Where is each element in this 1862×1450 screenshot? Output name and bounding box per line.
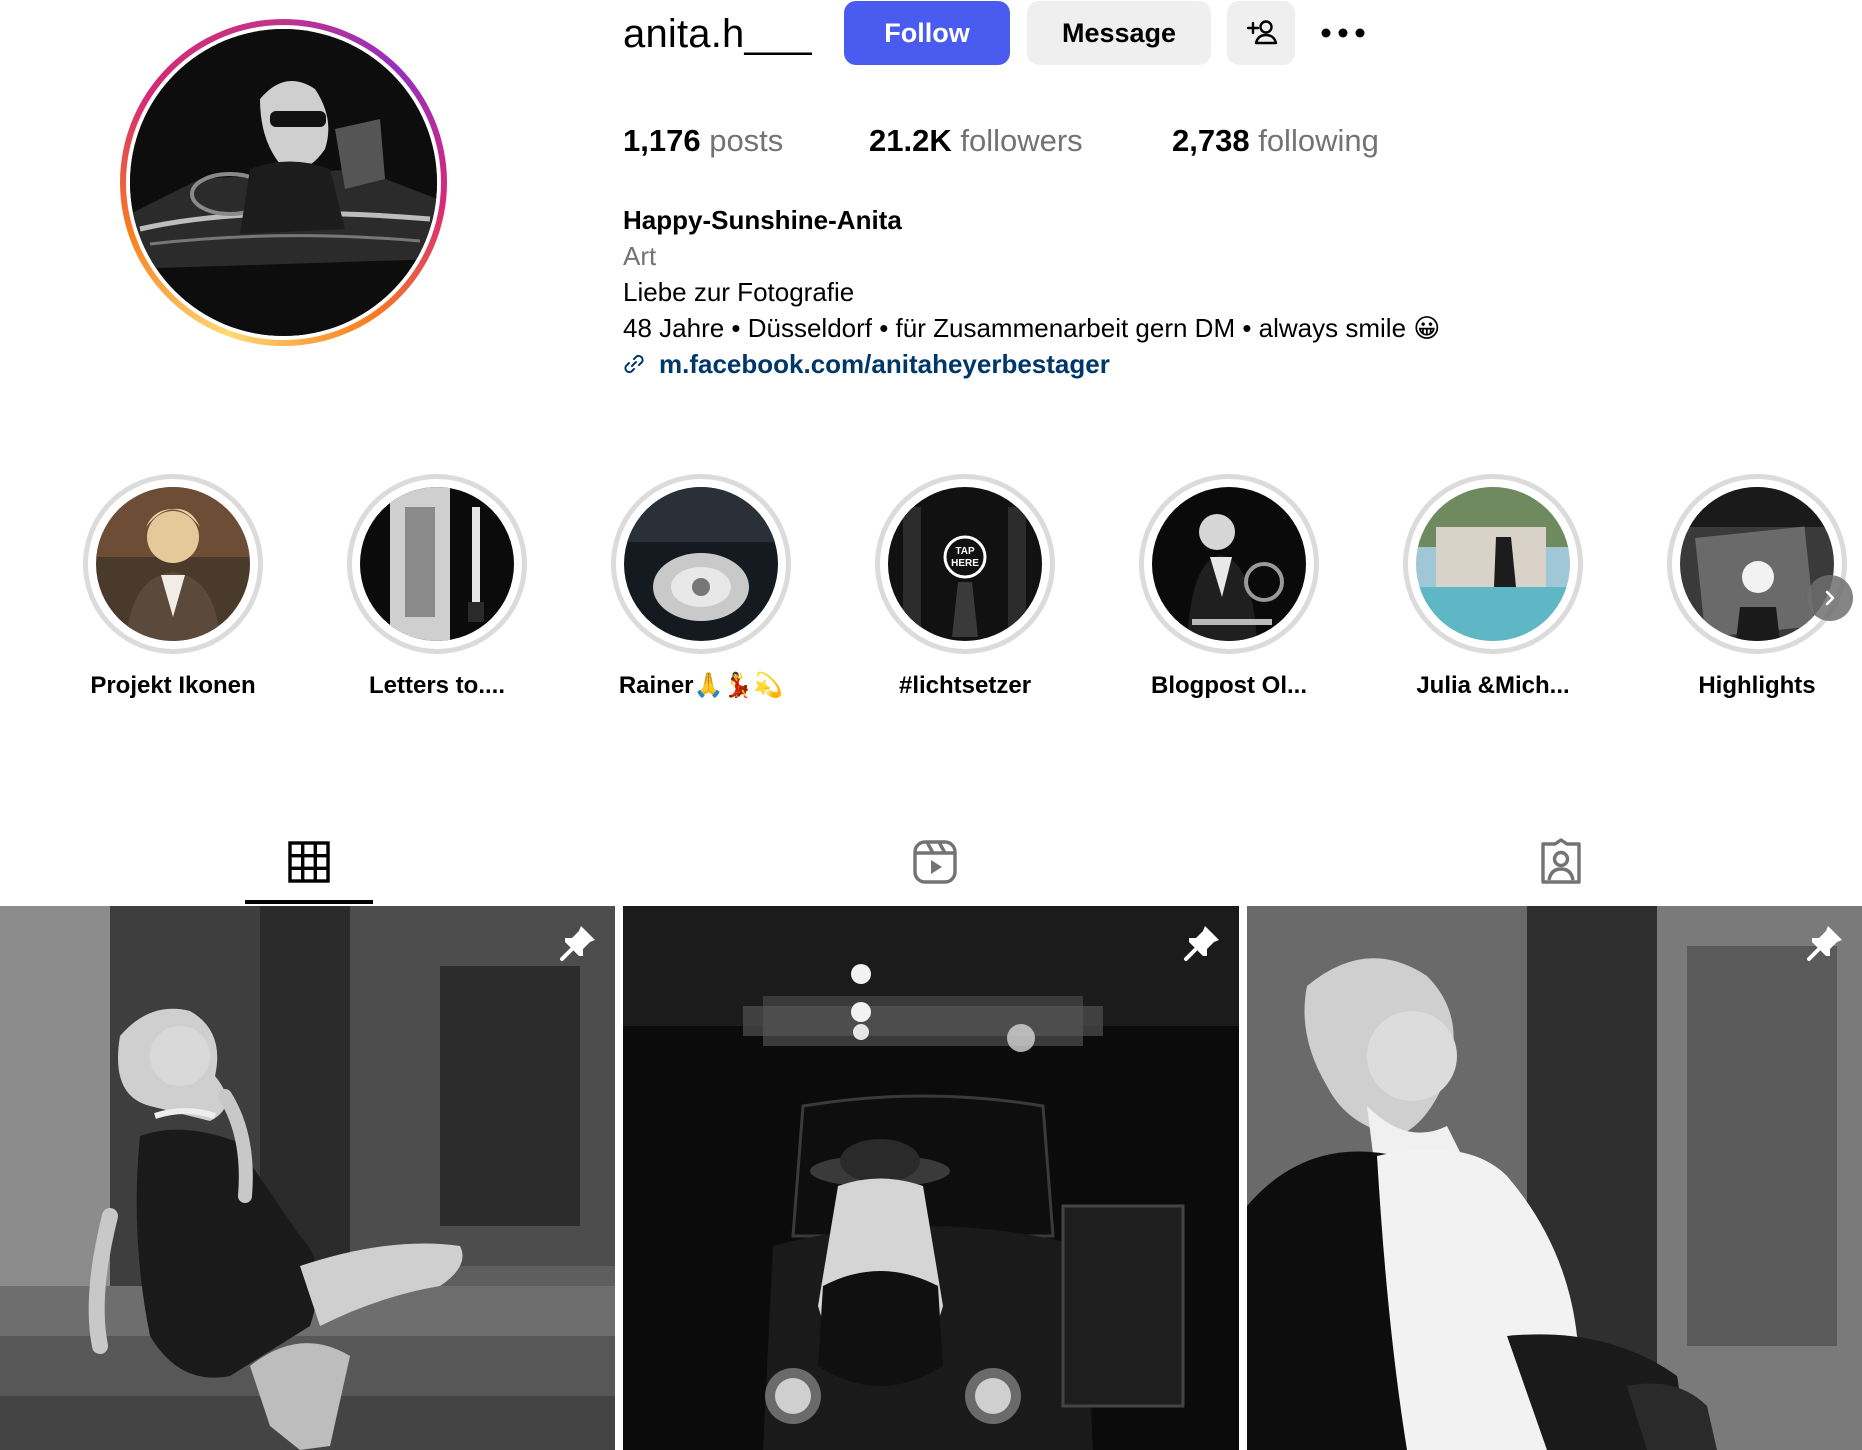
highlight-label: Rainer🙏💃💫 (618, 672, 784, 699)
post-photo (1247, 906, 1862, 1450)
post-photo (623, 906, 1239, 1450)
profile-username: anita.h___ (623, 12, 812, 56)
link-icon (624, 354, 644, 374)
following-link[interactable]: 2,738 following (1172, 118, 1379, 164)
svg-text:HERE: HERE (951, 558, 979, 569)
suggested-users-button[interactable] (1227, 1, 1295, 65)
active-tab-indicator (245, 900, 373, 904)
tagged-icon (1541, 838, 1581, 884)
tab-tagged[interactable] (1531, 832, 1591, 892)
highlight-cover (1416, 487, 1570, 641)
add-user-icon (1246, 20, 1278, 45)
post-photo (0, 906, 615, 1450)
post-thumbnail[interactable] (1247, 906, 1862, 1450)
highlight-item[interactable]: TAP HERE #lichtsetzer (865, 474, 1065, 702)
highlight-cover (1680, 487, 1834, 641)
highlight-label: Blogpost Ol... (1151, 672, 1307, 699)
highlight-cover: TAP HERE (888, 487, 1042, 641)
more-icon (1321, 28, 1365, 38)
highlight-item[interactable]: Blogpost Ol... (1129, 474, 1329, 702)
pin-icon (1184, 926, 1219, 961)
profile-avatar[interactable] (120, 19, 447, 346)
message-button[interactable]: Message (1027, 1, 1211, 65)
highlight-label: Letters to.... (368, 672, 506, 699)
tab-posts[interactable] (279, 832, 339, 892)
highlights-next-button[interactable] (1807, 575, 1853, 621)
highlight-label: Projekt Ikonen (90, 672, 256, 699)
highlight-item[interactable]: Projekt Ikonen (73, 474, 273, 702)
followers-link[interactable]: 21.2K followers (869, 118, 1083, 164)
follow-button[interactable]: Follow (844, 1, 1010, 65)
bio-text-line: Liebe zur Fotografie (623, 277, 855, 307)
highlight-cover (624, 487, 778, 641)
highlight-label: #lichtsetzer (898, 672, 1032, 699)
post-thumbnail[interactable] (623, 906, 1239, 1450)
bio-external-link[interactable]: m.facebook.com/anitaheyerbestager (623, 346, 1110, 382)
grid-icon (288, 841, 330, 883)
bio-text-line: 48 Jahre • Düsseldorf • für Zusammenarbe… (623, 313, 1441, 343)
highlight-item[interactable]: Rainer🙏💃💫 (601, 474, 801, 702)
tab-reels[interactable] (905, 832, 965, 892)
highlight-cover (96, 487, 250, 641)
reels-icon (913, 840, 957, 884)
more-options-button[interactable] (1318, 8, 1368, 58)
highlight-item[interactable]: Letters to.... (337, 474, 537, 702)
highlight-cover (1152, 487, 1306, 641)
pin-icon (560, 926, 595, 961)
posts-count: 1,176 posts (623, 123, 784, 158)
highlight-label: Julia &Mich... (1416, 672, 1570, 699)
pin-icon (1807, 926, 1842, 961)
bio-category: Art (623, 241, 657, 271)
avatar-photo (130, 29, 437, 336)
post-thumbnail[interactable] (0, 906, 615, 1450)
highlight-label: Highlights (1698, 672, 1816, 699)
svg-text:TAP: TAP (955, 546, 975, 557)
chevron-right-icon (1825, 590, 1835, 606)
highlight-cover (360, 487, 514, 641)
highlight-item[interactable]: Julia &Mich... (1393, 474, 1593, 702)
bio-display-name: Happy-Sunshine-Anita (623, 205, 902, 235)
